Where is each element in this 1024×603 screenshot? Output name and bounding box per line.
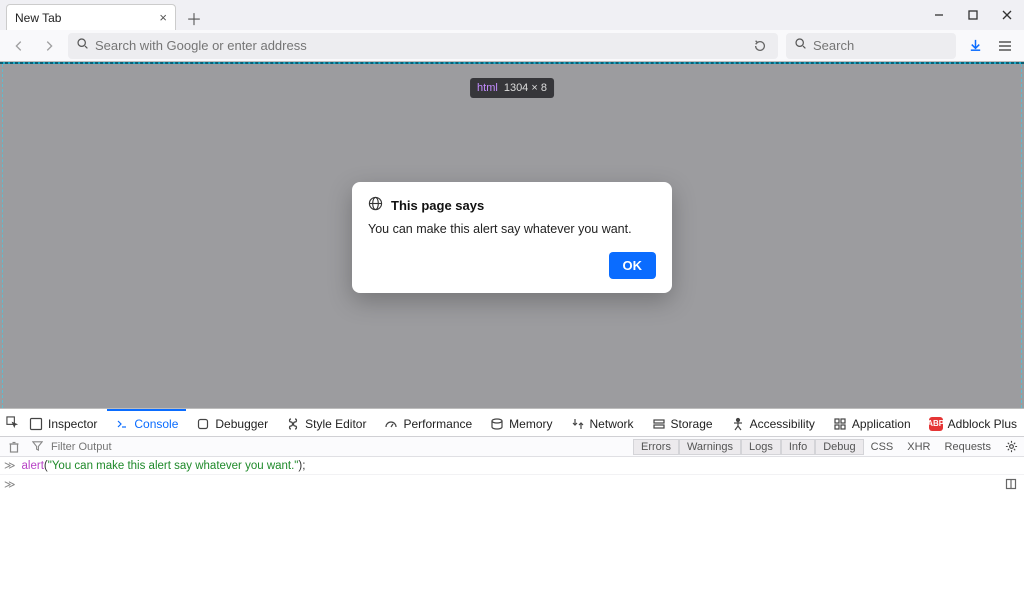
- alert-title: This page says: [391, 198, 484, 213]
- tab-label: Adblock Plus: [948, 417, 1017, 431]
- nav-forward-button[interactable]: [38, 35, 60, 57]
- filter-requests[interactable]: Requests: [938, 440, 998, 454]
- memory-icon: [490, 417, 504, 431]
- inspector-dimensions: 1304 × 8: [504, 82, 547, 94]
- console-token: );: [298, 460, 305, 472]
- globe-icon: [368, 196, 383, 214]
- tab-label: Accessibility: [750, 417, 815, 431]
- devtools-tabbar: Inspector Console Debugger Style Editor …: [0, 409, 1024, 437]
- devtools: Inspector Console Debugger Style Editor …: [0, 408, 1024, 603]
- tab-storage[interactable]: Storage: [644, 409, 721, 437]
- tab-label: Console: [134, 417, 178, 431]
- tab-label: Network: [590, 417, 634, 431]
- console-token: "You can make this alert say whatever yo…: [48, 460, 299, 472]
- tab-bar: New Tab × ＋: [0, 0, 1024, 30]
- filter-xhr[interactable]: XHR: [900, 440, 937, 454]
- adblock-icon: ABP: [929, 417, 943, 431]
- filter-icon: [32, 440, 43, 454]
- window-close-button[interactable]: [990, 0, 1024, 30]
- storage-icon: [652, 417, 666, 431]
- alert-body: You can make this alert say whatever you…: [368, 222, 656, 236]
- tab-label: Debugger: [215, 417, 268, 431]
- new-tab-button[interactable]: ＋: [182, 6, 206, 30]
- nav-back-button[interactable]: [8, 35, 30, 57]
- inspector-guide-left: [2, 64, 3, 408]
- tab-label: Storage: [671, 417, 713, 431]
- style-icon: [286, 417, 300, 431]
- network-icon: [571, 417, 585, 431]
- inspector-tag-label: html: [477, 82, 498, 94]
- split-console-button[interactable]: [1002, 478, 1020, 490]
- chevron-icon: ≫: [4, 459, 16, 472]
- tab-inspector[interactable]: Inspector: [21, 409, 105, 437]
- console-input-line[interactable]: ≫ alert("You can make this alert say wha…: [0, 457, 1024, 475]
- tab-debugger[interactable]: Debugger: [188, 409, 276, 437]
- filter-info[interactable]: Info: [781, 439, 815, 455]
- filter-warnings[interactable]: Warnings: [679, 439, 741, 455]
- debugger-icon: [196, 417, 210, 431]
- app-menu-button[interactable]: [994, 40, 1016, 52]
- url-toolbar: [0, 30, 1024, 62]
- tab-label: Style Editor: [305, 417, 366, 431]
- filter-css[interactable]: CSS: [864, 440, 901, 454]
- search-box[interactable]: [786, 33, 956, 59]
- close-tab-icon[interactable]: ×: [159, 10, 167, 25]
- tab-label: Application: [852, 417, 911, 431]
- console-settings-button[interactable]: [1002, 440, 1020, 453]
- search-input[interactable]: [813, 38, 948, 53]
- tab-adblock[interactable]: ABP Adblock Plus: [921, 409, 1024, 437]
- console-filter-bar: Errors Warnings Logs Info Debug CSS XHR …: [0, 437, 1024, 457]
- address-input[interactable]: [95, 38, 744, 53]
- chevron-icon: ≫: [4, 478, 16, 491]
- accessibility-icon: [731, 417, 745, 431]
- window-minimize-button[interactable]: [922, 0, 956, 30]
- tab-performance[interactable]: Performance: [376, 409, 480, 437]
- tab-label: Performance: [403, 417, 472, 431]
- console-prompt[interactable]: ≫: [0, 475, 1024, 493]
- inspector-highlight: [0, 62, 1024, 64]
- filter-logs[interactable]: Logs: [741, 439, 781, 455]
- filter-debug[interactable]: Debug: [815, 439, 863, 455]
- console-icon: [115, 417, 129, 431]
- browser-tab[interactable]: New Tab ×: [6, 4, 176, 30]
- tab-label: Memory: [509, 417, 552, 431]
- tab-title: New Tab: [15, 11, 61, 25]
- alert-dialog: This page says You can make this alert s…: [352, 182, 672, 293]
- inspector-infobar: html 1304 × 8: [470, 78, 554, 98]
- downloads-button[interactable]: [964, 38, 986, 53]
- search-icon: [76, 37, 89, 55]
- console-token: alert: [22, 460, 44, 472]
- filter-errors[interactable]: Errors: [633, 439, 679, 455]
- tab-style-editor[interactable]: Style Editor: [278, 409, 374, 437]
- reload-button[interactable]: [750, 39, 770, 53]
- tab-application[interactable]: Application: [825, 409, 919, 437]
- tab-accessibility[interactable]: Accessibility: [723, 409, 823, 437]
- performance-icon: [384, 417, 398, 431]
- tab-memory[interactable]: Memory: [482, 409, 560, 437]
- search-icon: [794, 37, 807, 55]
- page-content: html 1304 × 8 This page says You can mak…: [0, 62, 1024, 408]
- element-picker-button[interactable]: [6, 412, 19, 434]
- alert-title-row: This page says: [368, 196, 656, 214]
- window-controls: [922, 0, 1024, 30]
- tab-console[interactable]: Console: [107, 409, 186, 437]
- tab-network[interactable]: Network: [563, 409, 642, 437]
- address-bar[interactable]: [68, 33, 778, 59]
- clear-console-button[interactable]: [4, 441, 24, 453]
- inspector-icon: [29, 417, 43, 431]
- inspector-guide-right: [1021, 64, 1022, 408]
- application-icon: [833, 417, 847, 431]
- alert-ok-button[interactable]: OK: [609, 252, 657, 279]
- console-filter-input[interactable]: [51, 441, 171, 453]
- window-maximize-button[interactable]: [956, 0, 990, 30]
- tab-label: Inspector: [48, 417, 97, 431]
